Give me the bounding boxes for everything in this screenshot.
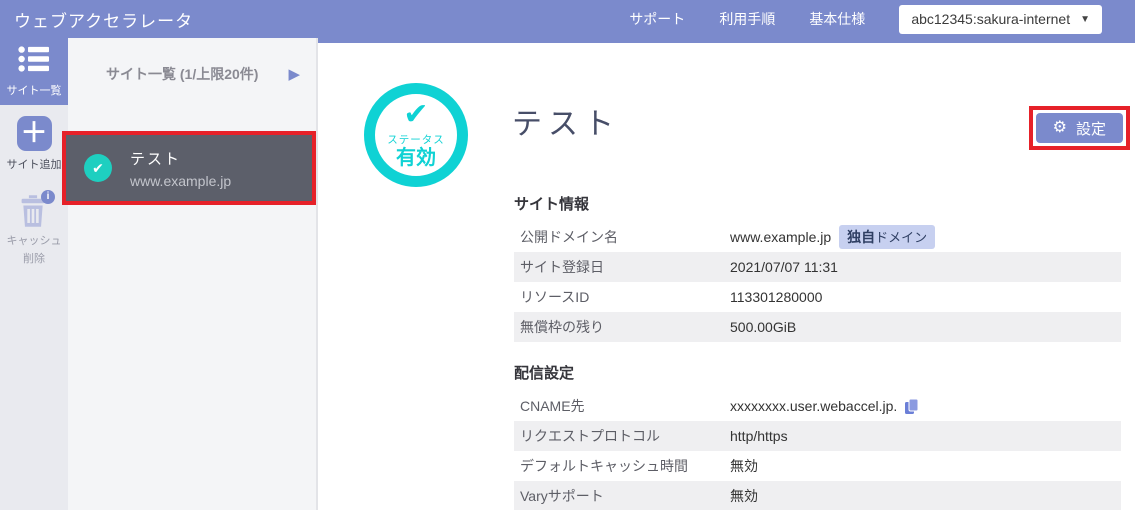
sidebar-item-label: キャッシュ 削除	[7, 233, 62, 268]
account-name: abc12345:sakura-internet	[911, 11, 1070, 27]
site-name: テスト	[130, 148, 231, 169]
icon-sidebar: サイト一覧 ＋ サイト追加	[0, 38, 68, 510]
site-detail-main: ✔ ステータス 有効 テスト ⚙ 設定 サイト情報 公開ドメイン名 www	[318, 38, 1135, 510]
custom-domain-badge: 独自ドメイン	[839, 225, 935, 249]
sidebar-item-label: サイト一覧	[7, 82, 62, 98]
status-badge: ✔ ステータス 有効	[364, 83, 468, 187]
row-label: 無償枠の残り	[514, 317, 730, 337]
list-icon	[18, 46, 50, 77]
row-label: Varyサポート	[514, 486, 730, 506]
row-value: 2021/07/07 11:31	[730, 259, 838, 275]
section-title: 配信設定	[514, 362, 1121, 383]
annotation-box-settings-button: ⚙ 設定	[1029, 106, 1130, 150]
nav-link-basic-specs[interactable]: 基本仕様	[809, 9, 865, 29]
sidebar-item-site-list[interactable]: サイト一覧	[0, 38, 68, 105]
plus-icon: ＋	[17, 116, 52, 151]
account-selector-dropdown[interactable]: abc12345:sakura-internet ▼	[899, 5, 1102, 34]
row-label: リクエストプロトコル	[514, 426, 730, 446]
table-row: 公開ドメイン名 www.example.jp 独自ドメイン	[514, 222, 1121, 252]
row-value: www.example.jp 独自ドメイン	[730, 225, 935, 249]
table-row: リソースID 113301280000	[514, 282, 1121, 312]
settings-button-label: 設定	[1076, 118, 1106, 139]
page-title: テスト	[512, 83, 620, 143]
settings-button[interactable]: ⚙ 設定	[1036, 113, 1123, 143]
app-title: ウェブアクセラレータ	[0, 7, 193, 32]
info-icon: i	[41, 190, 55, 204]
row-value: http/https	[730, 428, 788, 444]
row-value: 500.00GiB	[730, 319, 796, 335]
row-value: 無効	[730, 486, 758, 506]
sidebar-item-label: サイト追加	[7, 156, 62, 172]
top-nav: サポート 利用手順 基本仕様 abc12345:sakura-internet …	[629, 5, 1107, 34]
annotation-box-selected-site: ✔ テスト www.example.jp	[62, 131, 316, 205]
row-label: サイト登録日	[514, 257, 730, 277]
table-row: Varyサポート 無効	[514, 481, 1121, 510]
check-icon: ✔	[84, 154, 112, 182]
row-value: 無効	[730, 456, 758, 476]
row-value: 113301280000	[730, 289, 822, 305]
row-label: CNAME先	[514, 396, 730, 416]
table-row: 無償枠の残り 500.00GiB	[514, 312, 1121, 342]
site-list-header: サイト一覧 (1/上限20件) ▶	[68, 38, 316, 110]
nav-link-support[interactable]: サポート	[629, 9, 685, 29]
section-delivery-settings: 配信設定 CNAME先 xxxxxxxx.user.webaccel.jp.	[514, 362, 1121, 510]
site-domain: www.example.jp	[130, 173, 231, 189]
check-icon: ✔	[403, 100, 428, 130]
site-detail-header: ✔ ステータス 有効 テスト ⚙ 設定	[364, 83, 1130, 187]
sidebar-item-site-add[interactable]: ＋ サイト追加	[0, 116, 68, 172]
section-site-info: サイト情報 公開ドメイン名 www.example.jp 独自ドメイン サイト登…	[514, 193, 1121, 342]
row-label: デフォルトキャッシュ時間	[514, 456, 730, 476]
table-row: リクエストプロトコル http/https	[514, 421, 1121, 451]
detail-sections: サイト情報 公開ドメイン名 www.example.jp 独自ドメイン サイト登…	[514, 193, 1121, 510]
table-row: CNAME先 xxxxxxxx.user.webaccel.jp.	[514, 391, 1121, 421]
site-list-panel: サイト一覧 (1/上限20件) ▶ ✔ テスト www.example.jp	[68, 38, 318, 510]
table-row: サイト登録日 2021/07/07 11:31	[514, 252, 1121, 282]
status-label: ステータス	[387, 132, 445, 147]
chevron-down-icon: ▼	[1080, 14, 1090, 25]
gear-icon: ⚙	[1053, 120, 1067, 136]
expand-panel-arrow-icon[interactable]: ▶	[288, 65, 300, 83]
section-title: サイト情報	[514, 193, 1121, 214]
site-list-count: サイト一覧 (1/上限20件)	[106, 64, 258, 84]
table-row: デフォルトキャッシュ時間 無効	[514, 451, 1121, 481]
status-value: 有効	[396, 147, 436, 170]
top-header-bar: ウェブアクセラレータ サポート 利用手順 基本仕様 abc12345:sakur…	[0, 0, 1135, 38]
copy-icon[interactable]	[904, 398, 920, 415]
site-list-item-selected[interactable]: ✔ テスト www.example.jp	[66, 135, 312, 201]
row-label: 公開ドメイン名	[514, 227, 730, 247]
nav-link-usage-guide[interactable]: 利用手順	[719, 9, 775, 29]
trash-icon: i	[15, 192, 53, 230]
row-value: xxxxxxxx.user.webaccel.jp.	[730, 398, 920, 415]
sidebar-item-cache-delete[interactable]: i キャッシュ 削除	[0, 192, 68, 268]
row-label: リソースID	[514, 287, 730, 307]
